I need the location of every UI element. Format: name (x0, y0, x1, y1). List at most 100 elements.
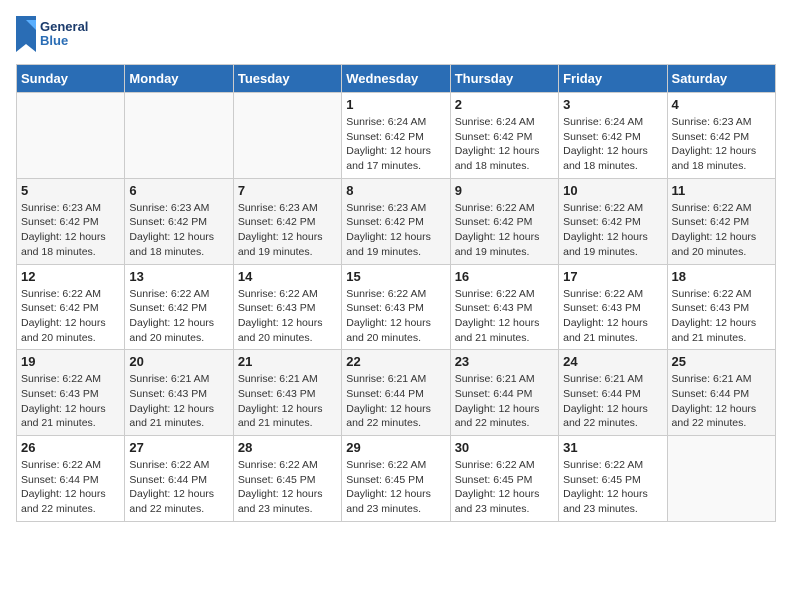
sunrise-text: Sunrise: 6:21 AM (129, 372, 228, 387)
calendar-cell: 25 Sunrise: 6:21 AMSunset: 6:44 PMDayligh… (667, 350, 775, 436)
calendar-cell (667, 436, 775, 522)
sunrise-text: Sunrise: 6:24 AM (346, 115, 445, 130)
sunrise-text: Sunrise: 6:22 AM (563, 287, 662, 302)
daylight-text: Daylight: 12 hours and 18 minutes. (455, 144, 554, 173)
day-number: 1 (346, 97, 445, 112)
daylight-text: Daylight: 12 hours and 22 minutes. (563, 402, 662, 431)
daylight-text: Daylight: 12 hours and 23 minutes. (346, 487, 445, 516)
day-number: 23 (455, 354, 554, 369)
day-number: 21 (238, 354, 337, 369)
daylight-text: Daylight: 12 hours and 20 minutes. (346, 316, 445, 345)
daylight-text: Daylight: 12 hours and 21 minutes. (129, 402, 228, 431)
day-info: Sunrise: 6:22 AMSunset: 6:43 PMDaylight:… (21, 372, 120, 431)
calendar-cell (233, 93, 341, 179)
day-number: 18 (672, 269, 771, 284)
calendar-week-row: 26Sunrise: 6:22 AMSunset: 6:44 PMDayligh… (17, 436, 776, 522)
logo-line2: Blue (40, 34, 88, 48)
day-info: Sunrise: 6:21 AMSunset: 6:44 PMDaylight:… (672, 372, 771, 431)
sunset-text: Sunset: 6:43 PM (238, 301, 337, 316)
daylight-text: Daylight: 12 hours and 17 minutes. (346, 144, 445, 173)
calendar-cell: 24Sunrise: 6:21 AMSunset: 6:44 PMDayligh… (559, 350, 667, 436)
sunset-text: Sunset: 6:42 PM (21, 301, 120, 316)
day-number: 7 (238, 183, 337, 198)
calendar-week-row: 19 Sunrise: 6:22 AMSunset: 6:43 PMDayligh… (17, 350, 776, 436)
daylight-text: Daylight: 12 hours and 22 minutes. (346, 402, 445, 431)
day-number: 6 (129, 183, 228, 198)
sunset-text: Sunset: 6:44 PM (129, 473, 228, 488)
daylight-text: Daylight: 12 hours and 19 minutes. (346, 230, 445, 259)
sunrise-text: Sunrise: 6:23 AM (129, 201, 228, 216)
logo-container: General Blue (16, 16, 88, 52)
day-number: 12 (21, 269, 120, 284)
calendar-header-row: SundayMondayTuesdayWednesdayThursdayFrid… (17, 65, 776, 93)
sunrise-text: Sunrise: 6:21 AM (238, 372, 337, 387)
day-info: Sunrise: 6:22 AMSunset: 6:45 PMDaylight:… (346, 458, 445, 517)
day-number: 30 (455, 440, 554, 455)
calendar-cell (17, 93, 125, 179)
sunrise-text: Sunrise: 6:21 AM (346, 372, 445, 387)
day-number: 3 (563, 97, 662, 112)
day-info: Sunrise: 6:22 AMSunset: 6:45 PMDaylight:… (563, 458, 662, 517)
daylight-text: Daylight: 12 hours and 22 minutes. (21, 487, 120, 516)
day-info: Sunrise: 6:21 AMSunset: 6:44 PMDaylight:… (563, 372, 662, 431)
sunrise-text: Sunrise: 6:22 AM (21, 287, 120, 302)
day-info: Sunrise: 6:22 AMSunset: 6:43 PMDaylight:… (455, 287, 554, 346)
calendar-cell: 3Sunrise: 6:24 AMSunset: 6:42 PMDaylight… (559, 93, 667, 179)
calendar-cell: 12 Sunrise: 6:22 AMSunset: 6:42 PMDayligh… (17, 264, 125, 350)
daylight-text: Daylight: 12 hours and 18 minutes. (672, 144, 771, 173)
calendar-cell: 22Sunrise: 6:21 AMSunset: 6:44 PMDayligh… (342, 350, 450, 436)
sunset-text: Sunset: 6:42 PM (455, 215, 554, 230)
sunset-text: Sunset: 6:42 PM (672, 130, 771, 145)
day-number: 14 (238, 269, 337, 284)
sunrise-text: Sunrise: 6:22 AM (563, 201, 662, 216)
sunrise-text: Sunrise: 6:24 AM (455, 115, 554, 130)
day-header-tuesday: Tuesday (233, 65, 341, 93)
daylight-text: Daylight: 12 hours and 22 minutes. (455, 402, 554, 431)
daylight-text: Daylight: 12 hours and 20 minutes. (21, 316, 120, 345)
day-number: 2 (455, 97, 554, 112)
day-number: 25 (672, 354, 771, 369)
daylight-text: Daylight: 12 hours and 22 minutes. (672, 402, 771, 431)
daylight-text: Daylight: 12 hours and 19 minutes. (455, 230, 554, 259)
calendar-table: SundayMondayTuesdayWednesdayThursdayFrid… (16, 64, 776, 522)
sunrise-text: Sunrise: 6:22 AM (21, 458, 120, 473)
calendar-cell: 15Sunrise: 6:22 AMSunset: 6:43 PMDayligh… (342, 264, 450, 350)
calendar-cell: 18Sunrise: 6:22 AMSunset: 6:43 PMDayligh… (667, 264, 775, 350)
day-info: Sunrise: 6:22 AMSunset: 6:42 PMDaylight:… (672, 201, 771, 260)
day-number: 10 (563, 183, 662, 198)
day-number: 26 (21, 440, 120, 455)
sunset-text: Sunset: 6:43 PM (563, 301, 662, 316)
daylight-text: Daylight: 12 hours and 19 minutes. (563, 230, 662, 259)
day-info: Sunrise: 6:22 AMSunset: 6:44 PMDaylight:… (21, 458, 120, 517)
sunset-text: Sunset: 6:45 PM (346, 473, 445, 488)
sunrise-text: Sunrise: 6:22 AM (129, 458, 228, 473)
day-number: 19 (21, 354, 120, 369)
daylight-text: Daylight: 12 hours and 20 minutes. (238, 316, 337, 345)
daylight-text: Daylight: 12 hours and 21 minutes. (563, 316, 662, 345)
daylight-text: Daylight: 12 hours and 21 minutes. (672, 316, 771, 345)
day-number: 17 (563, 269, 662, 284)
daylight-text: Daylight: 12 hours and 18 minutes. (21, 230, 120, 259)
calendar-cell: 2Sunrise: 6:24 AMSunset: 6:42 PMDaylight… (450, 93, 558, 179)
sunset-text: Sunset: 6:43 PM (129, 387, 228, 402)
sunrise-text: Sunrise: 6:22 AM (455, 201, 554, 216)
calendar-cell: 21Sunrise: 6:21 AMSunset: 6:43 PMDayligh… (233, 350, 341, 436)
day-info: Sunrise: 6:22 AMSunset: 6:45 PMDaylight:… (455, 458, 554, 517)
calendar-week-row: 1Sunrise: 6:24 AMSunset: 6:42 PMDaylight… (17, 93, 776, 179)
calendar-cell: 16Sunrise: 6:22 AMSunset: 6:43 PMDayligh… (450, 264, 558, 350)
daylight-text: Daylight: 12 hours and 22 minutes. (129, 487, 228, 516)
daylight-text: Daylight: 12 hours and 21 minutes. (21, 402, 120, 431)
day-info: Sunrise: 6:21 AMSunset: 6:44 PMDaylight:… (455, 372, 554, 431)
day-header-thursday: Thursday (450, 65, 558, 93)
sunrise-text: Sunrise: 6:22 AM (238, 458, 337, 473)
day-number: 8 (346, 183, 445, 198)
day-info: Sunrise: 6:22 AMSunset: 6:42 PMDaylight:… (455, 201, 554, 260)
day-number: 11 (672, 183, 771, 198)
sunset-text: Sunset: 6:42 PM (129, 215, 228, 230)
day-number: 4 (672, 97, 771, 112)
calendar-cell: 13Sunrise: 6:22 AMSunset: 6:42 PMDayligh… (125, 264, 233, 350)
calendar-cell: 7Sunrise: 6:23 AMSunset: 6:42 PMDaylight… (233, 178, 341, 264)
calendar-cell: 28Sunrise: 6:22 AMSunset: 6:45 PMDayligh… (233, 436, 341, 522)
sunrise-text: Sunrise: 6:21 AM (672, 372, 771, 387)
daylight-text: Daylight: 12 hours and 18 minutes. (129, 230, 228, 259)
